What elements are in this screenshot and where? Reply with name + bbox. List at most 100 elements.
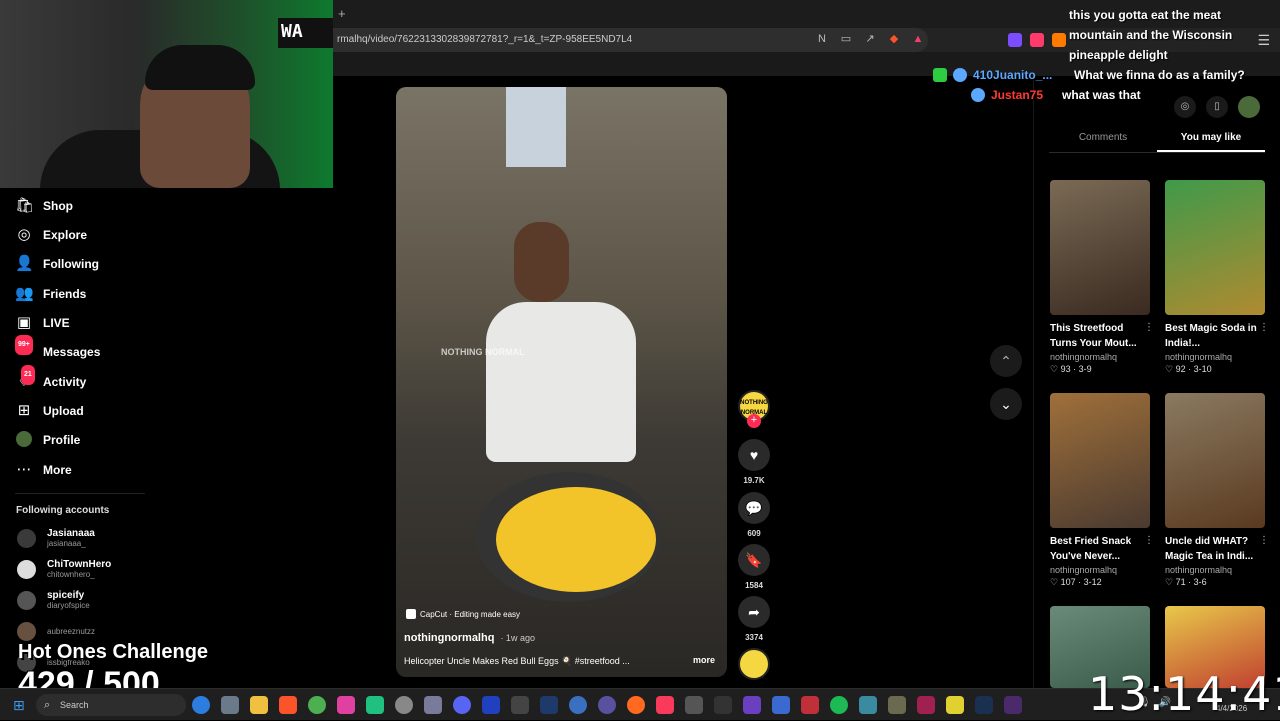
sidebar-item-shop[interactable]: 🛍 Shop xyxy=(15,194,73,218)
sidebar-item-more[interactable]: ⋯ More xyxy=(15,458,72,482)
capcut-tag[interactable]: CapCut · Editing made easy xyxy=(406,609,520,619)
sidebar-item-label: More xyxy=(43,463,72,477)
app-icon[interactable] xyxy=(569,696,587,714)
app-icon[interactable] xyxy=(859,696,877,714)
sidebar-item-following[interactable]: 👤 Following xyxy=(15,252,99,276)
author-name[interactable]: nothingnormalhq xyxy=(404,632,494,644)
taskbar-search[interactable]: ⌕ Search xyxy=(36,694,186,716)
shop-icon: 🛍 xyxy=(15,197,35,214)
tab-you-may-like[interactable]: You may like xyxy=(1157,132,1265,152)
sidebar-item-friends[interactable]: 👥 Friends xyxy=(15,282,86,306)
video-thumbnail[interactable] xyxy=(1050,393,1150,528)
app-icon[interactable] xyxy=(482,696,500,714)
app-icon[interactable] xyxy=(801,696,819,714)
app-icon[interactable] xyxy=(888,696,906,714)
app-icon[interactable] xyxy=(772,696,790,714)
app-icon[interactable] xyxy=(685,696,703,714)
following-account[interactable]: Jasianaaa jasianaaa_ xyxy=(17,528,95,548)
app-icon[interactable] xyxy=(714,696,732,714)
sidebar-item-label: Shop xyxy=(43,199,73,213)
following-account[interactable]: ChiTownHero chitownhero_ xyxy=(17,559,111,579)
brave-icon[interactable] xyxy=(279,696,297,714)
kebab-menu-icon[interactable]: ⋮ xyxy=(1259,322,1269,333)
app-icon[interactable] xyxy=(1004,696,1022,714)
share-button[interactable]: ➦ xyxy=(738,596,770,628)
reader-mode-icon[interactable]: N xyxy=(815,32,829,46)
file-explorer-icon[interactable] xyxy=(250,696,268,714)
sidebar-item-activity[interactable]: ♢21 Activity xyxy=(15,365,86,394)
chat-username: 410Juanito_... xyxy=(973,68,1053,82)
sidebar-item-upload[interactable]: ⊞ Upload xyxy=(15,399,84,423)
sidebar: 🛍 Shop ◎ Explore 👤 Following 👥 Friends ▣… xyxy=(0,188,333,688)
app-icon[interactable] xyxy=(743,696,761,714)
next-video-button[interactable]: ⌄ xyxy=(990,388,1022,420)
recommended-video-card[interactable]: ⋮ This Streetfood Turns Your Mout... not… xyxy=(1050,180,1154,375)
card-likes: 107 xyxy=(1060,577,1076,587)
sidebar-item-messages[interactable]: ✉99+ Messages xyxy=(15,335,100,364)
cast-icon[interactable]: ▭ xyxy=(839,32,853,46)
chrome-icon[interactable] xyxy=(308,696,326,714)
windows-start-icon[interactable]: ⊞ xyxy=(13,698,27,712)
app-icon[interactable] xyxy=(366,696,384,714)
like-button[interactable]: ♥ xyxy=(738,439,770,471)
video-author[interactable]: nothingnormalhq · 1w ago xyxy=(404,632,535,644)
music-icon[interactable] xyxy=(656,696,674,714)
recommended-video-card[interactable]: ⋮ Uncle did WHAT? Magic Tea in Indi... n… xyxy=(1165,393,1269,588)
video-thumbnail[interactable] xyxy=(1050,180,1150,315)
sidebar-divider xyxy=(15,493,145,494)
spotify-icon[interactable] xyxy=(830,696,848,714)
stream-clock: 13:14:41 xyxy=(1088,667,1280,721)
edge-icon[interactable] xyxy=(192,696,210,714)
video-player[interactable]: NOTHING NORMAL CapCut · Editing made eas… xyxy=(396,87,727,677)
steam-icon[interactable] xyxy=(975,696,993,714)
gamepad-icon[interactable] xyxy=(424,696,442,714)
previous-video-button[interactable]: ⌃ xyxy=(990,345,1022,377)
app-icon[interactable] xyxy=(917,696,935,714)
brave-rewards-icon[interactable]: ▲ xyxy=(911,32,925,46)
tab-comments[interactable]: Comments xyxy=(1049,132,1157,152)
save-count: 1584 xyxy=(745,581,763,590)
app-icon[interactable] xyxy=(511,696,529,714)
card-author[interactable]: nothingnormalhq xyxy=(1050,352,1150,362)
avatar xyxy=(17,559,36,579)
card-author[interactable]: nothingnormalhq xyxy=(1165,565,1265,575)
obs-icon[interactable] xyxy=(395,696,413,714)
kebab-menu-icon[interactable]: ⋮ xyxy=(1144,322,1154,333)
firefox-icon[interactable] xyxy=(627,696,645,714)
settings-icon[interactable] xyxy=(221,696,239,714)
video-caption: Helicopter Uncle Makes Red Bull Eggs 🍳 #… xyxy=(404,656,630,666)
following-account[interactable]: spiceify diaryofspice xyxy=(17,590,90,610)
card-stats: ♡ 71 · 3-6 xyxy=(1165,577,1207,587)
heart-icon: ♥ xyxy=(749,447,759,463)
comment-button[interactable]: 💬 xyxy=(738,492,770,524)
save-button[interactable]: 🔖 xyxy=(738,544,770,576)
card-date: 3-10 xyxy=(1193,364,1212,374)
kebab-menu-icon[interactable]: ⋮ xyxy=(1144,535,1154,546)
search-label: Search xyxy=(60,700,89,710)
following-account[interactable]: aubreeznutzz xyxy=(17,622,95,641)
video-thumbnail[interactable] xyxy=(1165,180,1265,315)
recommended-video-card[interactable]: ⋮ Best Magic Soda in India!... nothingno… xyxy=(1165,180,1269,375)
app-icon[interactable] xyxy=(598,696,616,714)
sidebar-item-live[interactable]: ▣ LIVE xyxy=(15,311,70,335)
card-author[interactable]: nothingnormalhq xyxy=(1050,565,1150,575)
photoshop-icon[interactable] xyxy=(540,696,558,714)
app-icon[interactable] xyxy=(946,696,964,714)
chat-message: Justan75 what was that xyxy=(933,85,1263,105)
share-icon[interactable]: ↗ xyxy=(863,32,877,46)
brave-shield-icon[interactable]: ◆ xyxy=(887,32,901,46)
sidebar-item-profile[interactable]: Profile xyxy=(15,428,80,452)
follow-plus-button[interactable]: + xyxy=(747,414,761,428)
search-icon: ⌕ xyxy=(44,699,51,711)
sound-disc[interactable] xyxy=(738,648,770,680)
new-tab-button[interactable]: + xyxy=(338,6,346,21)
compass-icon: ◎ xyxy=(17,226,31,243)
kebab-menu-icon[interactable]: ⋮ xyxy=(1259,535,1269,546)
card-author[interactable]: nothingnormalhq xyxy=(1165,352,1265,362)
recommended-video-card[interactable]: ⋮ Best Fried Snack You've Never... nothi… xyxy=(1050,393,1154,588)
video-thumbnail[interactable] xyxy=(1165,393,1265,528)
caption-more-button[interactable]: more xyxy=(693,655,715,665)
app-icon[interactable] xyxy=(337,696,355,714)
sidebar-item-explore[interactable]: ◎ Explore xyxy=(15,223,87,247)
discord-icon[interactable] xyxy=(453,696,471,714)
